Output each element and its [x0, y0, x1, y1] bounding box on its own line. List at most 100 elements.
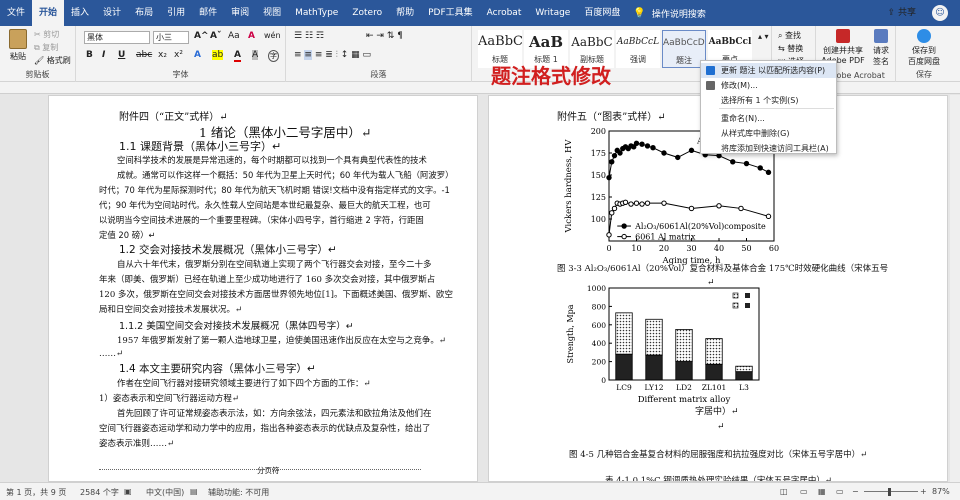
format-painter-button[interactable]: 🖌 格式刷 [34, 55, 71, 66]
tab-11[interactable]: 帮助 [389, 0, 421, 26]
tab-6[interactable]: 邮件 [192, 0, 224, 26]
tab-13[interactable]: Acrobat [480, 0, 529, 26]
menu-item-1[interactable]: 修改(M)... [701, 78, 836, 93]
decrease-indent-icon: ⇤ [366, 31, 377, 41]
left-text-line: 1.1 课题背景（黑体小三号字）↵ [119, 140, 282, 153]
print-layout-icon[interactable]: ▦ [818, 487, 826, 496]
web-layout-icon[interactable]: ▭ [836, 487, 844, 496]
replace-button[interactable]: ⇆ 替换 [778, 43, 803, 54]
numbering-icon: ☷ [304, 31, 316, 41]
zoom-slider-thumb[interactable] [888, 488, 891, 496]
tell-me-search[interactable]: 操作说明搜索 [646, 7, 712, 20]
copy-button[interactable]: ⧉ 复制 [34, 42, 58, 53]
bar-upper [675, 329, 693, 363]
tab-10[interactable]: Zotero [345, 0, 389, 26]
tab-9[interactable]: MathType [288, 0, 345, 26]
change-case-button[interactable]: Aa [228, 31, 240, 41]
underline-button[interactable]: U [118, 50, 125, 60]
line-spacing-icon: ↕ [340, 50, 352, 60]
menu-item-5[interactable]: 将库添加到快速访问工具栏(A) [701, 141, 836, 156]
style-3[interactable]: AaBbCcL 强调 [616, 30, 660, 68]
indent-buttons[interactable]: ⇤ ⇥ ⇅ ¶ [366, 31, 403, 41]
scissors-icon: ✂ [34, 30, 44, 39]
tab-7[interactable]: 审阅 [224, 0, 256, 26]
list-buttons[interactable]: ☰ ☷ ☶ [294, 31, 324, 41]
phonetic-guide-button[interactable]: wén [264, 31, 281, 40]
bar-lower [705, 363, 723, 381]
menu-item-2[interactable]: 选择所有 1 个实例(S) [701, 93, 836, 108]
paste-button[interactable]: 粘贴 [6, 29, 30, 62]
bold-button[interactable]: B [86, 50, 93, 60]
series-point [606, 232, 612, 238]
signature-icon [874, 29, 888, 43]
word-count[interactable]: 2584 个字 [80, 487, 119, 498]
page-count[interactable]: 第 1 页，共 9 页 [6, 487, 66, 498]
figure-caption-4-5-tail: 字居中）↵ [695, 407, 739, 417]
menu-item-3[interactable]: 重命名(N)... [701, 111, 836, 126]
bar-upper [615, 312, 633, 355]
left-text-line: 分页符 [257, 466, 280, 475]
cloud-icon [917, 29, 931, 43]
text-effects-button[interactable]: A [194, 50, 201, 60]
replace-icon: ⇆ [778, 44, 788, 53]
enclose-characters-button[interactable]: 字 [268, 50, 279, 62]
focus-icon[interactable]: ◫ [780, 487, 788, 496]
shading-icon: ▦ [351, 50, 363, 60]
left-text-line: 作者在空间飞行器对接研究领域主要进行了如下四个方面的工作：↵ [117, 379, 371, 389]
grow-font-button[interactable]: A^ [194, 31, 209, 41]
style-preview: AaBbC [478, 34, 522, 49]
return-mark-2: ↵ [717, 422, 725, 432]
tab-0[interactable]: 文件 [0, 0, 32, 26]
left-page[interactable]: 附件四（“正文”式样）↵ 1 绪论（黑体小二号字居中）↵ 1.1 课题背景（黑体小三… [48, 95, 478, 482]
zoom-level[interactable]: 87% [932, 487, 950, 496]
menu-item-label: 从样式库中删除(G) [721, 129, 790, 138]
series-point [611, 152, 618, 159]
read-mode-icon[interactable]: ▭ [800, 487, 808, 496]
left-text-line: 1957 年俄罗斯发射了第一颗人造地球卫星，迫使美国迅速作出反应在太空与之竞争。… [117, 336, 446, 346]
strikethrough-button[interactable]: abc [136, 50, 152, 60]
find-button[interactable]: ⌕ 查找 [778, 30, 801, 41]
tab-12[interactable]: PDF工具集 [421, 0, 480, 26]
tab-2[interactable]: 插入 [64, 0, 96, 26]
vertical-scrollbar[interactable] [950, 95, 960, 482]
font-name-combo[interactable]: 黑体 [84, 31, 150, 44]
subscript-button[interactable]: x₂ [158, 50, 167, 60]
zoom-slider[interactable] [864, 491, 918, 492]
avatar[interactable]: ☺ [932, 5, 948, 21]
tab-14[interactable]: Writage [528, 0, 577, 26]
font-color-button[interactable]: A [234, 50, 241, 62]
shrink-font-button[interactable]: Aˇ [210, 31, 221, 41]
tab-15[interactable]: 百度网盘 [577, 0, 627, 26]
save-baidu-button[interactable]: 保存到 百度网盘 [900, 29, 948, 67]
share-button[interactable]: ⇪ 共享 [888, 0, 916, 26]
highlight-button[interactable]: ab [212, 50, 224, 60]
paste-icon [9, 29, 27, 49]
baidu-label: 保存 [916, 70, 932, 79]
tab-3[interactable]: 设计 [96, 0, 128, 26]
italic-button[interactable]: I [102, 50, 105, 60]
tab-4[interactable]: 布局 [128, 0, 160, 26]
font-size-combo[interactable]: 小三 [153, 31, 189, 44]
accessibility-status[interactable]: 辅助功能: 不可用 [208, 487, 269, 498]
align-buttons[interactable]: ≡ ≡ ≡ ≣ ⫶ ↕ ▦ ▭ [294, 50, 371, 60]
legend-marker [621, 233, 627, 240]
baidu-group: 保存到 百度网盘 保存 [896, 26, 952, 82]
superscript-button[interactable]: x² [174, 50, 183, 60]
share-icon: ⇪ [887, 8, 898, 18]
menu-item-4[interactable]: 从样式库中删除(G) [701, 126, 836, 141]
zoom-out-icon[interactable]: − [852, 487, 859, 496]
cut-button[interactable]: ✂ 剪切 [34, 29, 59, 40]
tab-1[interactable]: 开始 [32, 0, 65, 26]
menu-item-0[interactable]: 更新 题注 以匹配所选内容(P) [701, 63, 836, 78]
tab-5[interactable]: 引用 [160, 0, 192, 26]
x-tick-label: 60 [769, 244, 779, 253]
character-shading-button[interactable]: A [252, 50, 259, 60]
zoom-in-icon[interactable]: + [920, 487, 927, 496]
clear-format-button[interactable]: A [248, 31, 255, 41]
request-signature-button[interactable]: 请求 签名 [868, 29, 894, 67]
language-indicator[interactable]: 中文(中国) [146, 487, 184, 498]
tab-8[interactable]: 视图 [256, 0, 288, 26]
proofing-icon[interactable]: ▣ [124, 487, 132, 496]
styles-more-icon[interactable]: ▴ ▾ [758, 32, 769, 41]
macro-icon[interactable]: ▤ [190, 487, 198, 496]
